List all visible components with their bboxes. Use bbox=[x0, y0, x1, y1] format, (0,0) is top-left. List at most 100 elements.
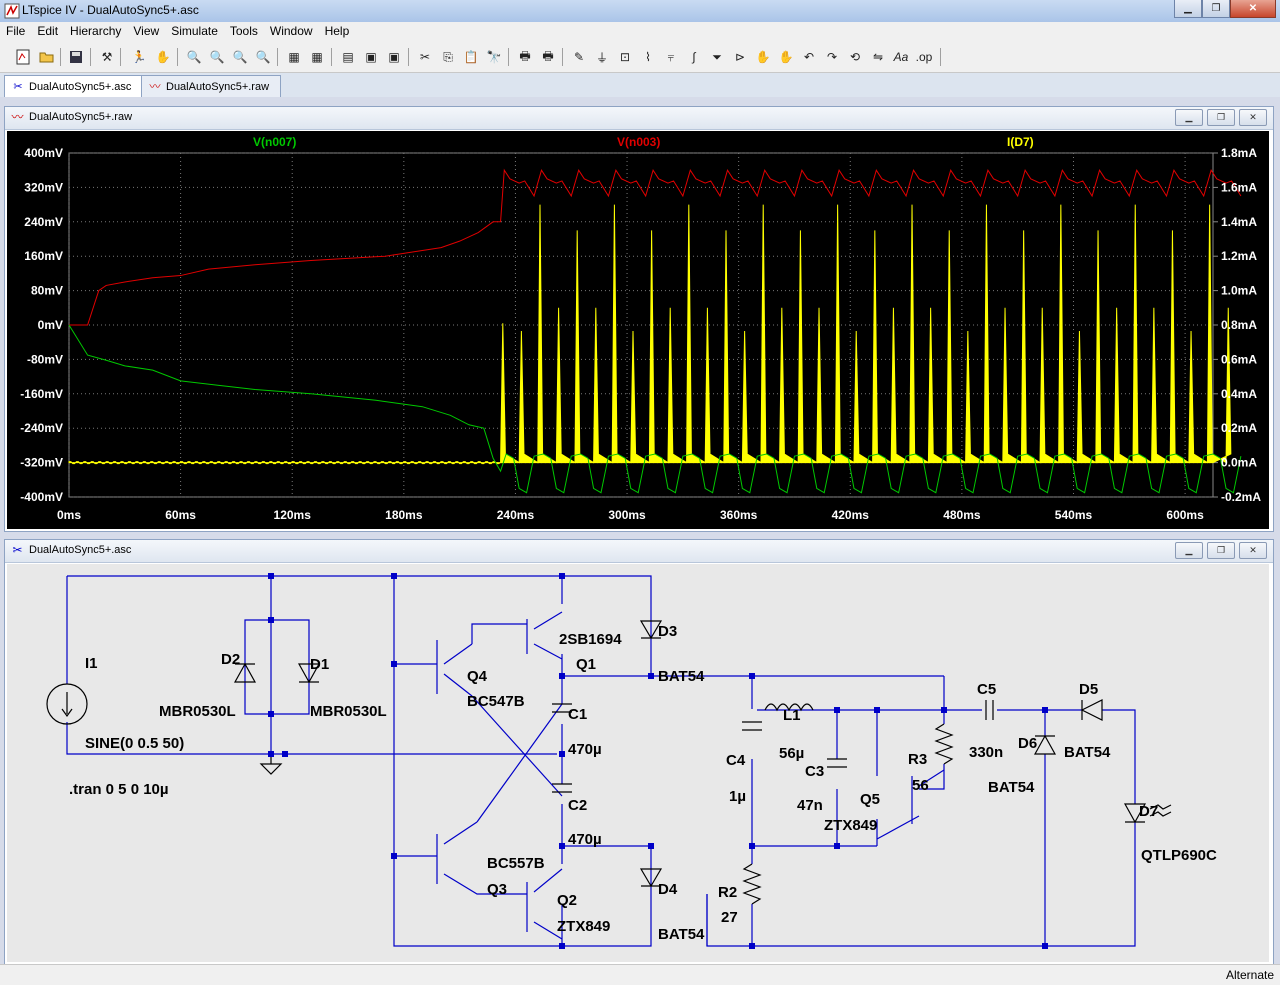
restore-icon[interactable]: ❐ bbox=[1207, 542, 1235, 559]
label-r2-value[interactable]: 27 bbox=[721, 909, 738, 926]
label-tran-directive[interactable]: .tran 0 5 0 10µ bbox=[69, 781, 169, 798]
inductor-icon[interactable]: ∫ bbox=[685, 48, 703, 66]
label-q5[interactable]: Q5 bbox=[860, 791, 880, 808]
trace-label-vn003[interactable]: V(n003) bbox=[617, 135, 660, 149]
zoom-in-icon[interactable]: 🔍 bbox=[185, 48, 203, 66]
drag-icon[interactable]: ✋ bbox=[777, 48, 795, 66]
diode-icon[interactable]: ⏷ bbox=[708, 48, 726, 66]
save-icon[interactable] bbox=[67, 48, 85, 66]
print-setup-icon[interactable]: 🖶 bbox=[516, 48, 534, 66]
copy-icon[interactable]: ⎘ bbox=[439, 48, 457, 66]
label-q1[interactable]: Q1 bbox=[576, 656, 596, 673]
label-d2-value[interactable]: MBR0530L bbox=[159, 703, 236, 720]
label-q3-value[interactable]: BC557B bbox=[487, 855, 545, 872]
label-q5-value[interactable]: ZTX849 bbox=[824, 817, 877, 834]
paste-icon[interactable]: 📋 bbox=[462, 48, 480, 66]
label-q4-value[interactable]: BC547B bbox=[467, 693, 525, 710]
label-d1-value[interactable]: MBR0530L bbox=[310, 703, 387, 720]
restore-icon[interactable]: ❐ bbox=[1202, 0, 1230, 18]
tab-waveform[interactable]: 〰 DualAutoSync5+.raw bbox=[141, 75, 281, 97]
plot-pane[interactable]: 0ms 60ms 120ms 180ms 240ms 300ms 360ms 420ms 480… bbox=[7, 131, 1269, 529]
label-d3[interactable]: D3 bbox=[658, 623, 677, 640]
draw-wire-icon[interactable]: ✎ bbox=[570, 48, 588, 66]
label-c5[interactable]: C5 bbox=[977, 681, 996, 698]
label-c2[interactable]: C2 bbox=[568, 797, 587, 814]
menu-hierarchy[interactable]: Hierarchy bbox=[64, 22, 127, 42]
menu-tools[interactable]: Tools bbox=[224, 22, 264, 42]
label-d7-value[interactable]: QTLP690C bbox=[1141, 847, 1217, 864]
menu-window[interactable]: Window bbox=[264, 22, 319, 42]
redo-icon[interactable]: ↷ bbox=[823, 48, 841, 66]
resistor-r2[interactable] bbox=[742, 863, 762, 905]
label-d7[interactable]: D7 bbox=[1139, 803, 1158, 820]
component-icon[interactable]: ⊳ bbox=[731, 48, 749, 66]
trace-label-vn007[interactable]: V(n007) bbox=[253, 135, 296, 149]
zoom-pan-icon[interactable]: 🔍 bbox=[208, 48, 226, 66]
undo-icon[interactable]: ↶ bbox=[800, 48, 818, 66]
trace-label-id7[interactable]: I(D7) bbox=[1007, 135, 1034, 149]
resistor-r3[interactable] bbox=[934, 723, 954, 765]
menu-view[interactable]: View bbox=[127, 22, 165, 42]
autorange-icon[interactable]: ▦ bbox=[285, 48, 303, 66]
ground-icon[interactable]: ⏚ bbox=[593, 48, 611, 66]
schematic-drawing[interactable]: I1 SINE(0 0.5 50) .tran 0 5 0 10µ D2 MBR… bbox=[7, 564, 1269, 962]
label-l1[interactable]: L1 bbox=[783, 707, 801, 724]
close-icon[interactable]: ✕ bbox=[1239, 109, 1267, 126]
close-icon[interactable]: ✕ bbox=[1239, 542, 1267, 559]
label-net-icon[interactable]: ⊡ bbox=[616, 48, 634, 66]
label-d6[interactable]: D6 bbox=[1018, 735, 1037, 752]
minimize-icon[interactable]: ▁ bbox=[1174, 0, 1202, 18]
capacitor-icon[interactable]: ⫧ bbox=[662, 48, 680, 66]
label-r3[interactable]: R3 bbox=[908, 751, 927, 768]
halt-icon[interactable]: ✋ bbox=[154, 48, 172, 66]
minimize-icon[interactable]: ▁ bbox=[1175, 542, 1203, 559]
run-icon[interactable]: 🏃 bbox=[130, 48, 148, 66]
rotate-icon[interactable]: ⟲ bbox=[846, 48, 864, 66]
waveform-plot[interactable]: 0ms 60ms 120ms 180ms 240ms 300ms 360ms 420ms 480… bbox=[7, 131, 1269, 529]
diode-d6[interactable] bbox=[1033, 734, 1057, 755]
menu-edit[interactable]: Edit bbox=[31, 22, 64, 42]
label-c3[interactable]: C3 bbox=[805, 763, 824, 780]
grid-icon[interactable]: ▦ bbox=[308, 48, 326, 66]
label-c1[interactable]: C1 bbox=[568, 706, 587, 723]
find-icon[interactable]: 🔭 bbox=[485, 48, 503, 66]
label-d5-value[interactable]: BAT54 bbox=[1064, 744, 1111, 761]
label-c5-value[interactable]: 330n bbox=[969, 744, 1003, 761]
label-d4[interactable]: D4 bbox=[658, 881, 678, 898]
label-q2[interactable]: Q2 bbox=[557, 892, 577, 909]
open-icon[interactable] bbox=[38, 48, 56, 66]
label-c4[interactable]: C4 bbox=[726, 752, 746, 769]
new-schematic-icon[interactable] bbox=[14, 48, 32, 66]
minimize-icon[interactable]: ▁ bbox=[1175, 109, 1203, 126]
capacitor-c4[interactable] bbox=[742, 721, 762, 731]
label-r2[interactable]: R2 bbox=[718, 884, 737, 901]
tile-horizontal-icon[interactable]: ▤ bbox=[339, 48, 357, 66]
label-c1-value[interactable]: 470µ bbox=[568, 741, 602, 758]
label-q4[interactable]: Q4 bbox=[467, 668, 488, 685]
print-icon[interactable]: 🖶 bbox=[539, 48, 557, 66]
label-d3-value[interactable]: BAT54 bbox=[658, 668, 705, 685]
spice-directive-icon[interactable]: .op bbox=[915, 48, 933, 66]
label-d4-value[interactable]: BAT54 bbox=[658, 926, 705, 943]
label-i1-value[interactable]: SINE(0 0.5 50) bbox=[85, 735, 184, 752]
label-c3-value[interactable]: 47n bbox=[797, 797, 823, 814]
label-q3[interactable]: Q3 bbox=[487, 881, 507, 898]
capacitor-c3[interactable] bbox=[827, 758, 847, 768]
label-d1[interactable]: D1 bbox=[310, 656, 329, 673]
diode-d5[interactable] bbox=[1080, 699, 1103, 721]
label-d5[interactable]: D5 bbox=[1079, 681, 1098, 698]
menu-file[interactable]: File bbox=[0, 22, 31, 42]
close-icon[interactable]: ✕ bbox=[1230, 0, 1276, 18]
label-r3-value[interactable]: 56 bbox=[912, 777, 929, 794]
label-q1-value[interactable]: 2SB1694 bbox=[559, 631, 622, 648]
control-panel-icon[interactable]: ⚒ bbox=[98, 48, 116, 66]
mirror-icon[interactable]: ⇋ bbox=[869, 48, 887, 66]
label-d2[interactable]: D2 bbox=[221, 651, 240, 668]
zoom-out-icon[interactable]: 🔍 bbox=[231, 48, 249, 66]
menu-help[interactable]: Help bbox=[319, 22, 356, 42]
label-c2-value[interactable]: 470µ bbox=[568, 831, 602, 848]
label-d6-value[interactable]: BAT54 bbox=[988, 779, 1035, 796]
cut-icon[interactable]: ✂ bbox=[416, 48, 434, 66]
tab-schematic[interactable]: ✂ DualAutoSync5+.asc bbox=[4, 75, 146, 97]
menu-simulate[interactable]: Simulate bbox=[165, 22, 224, 42]
